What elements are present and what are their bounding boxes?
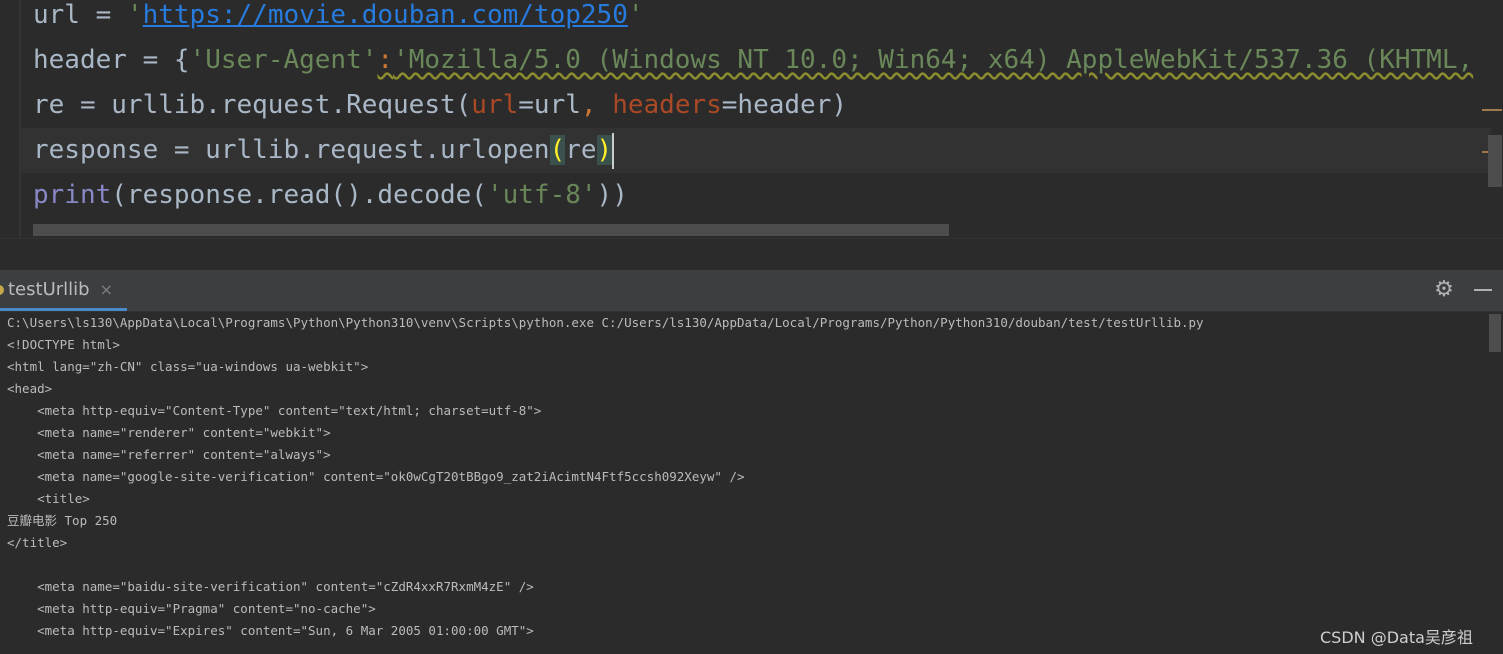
close-icon[interactable]: ×: [100, 280, 113, 299]
console-line: <meta http-equiv="Expires" content="Sun,…: [7, 623, 534, 638]
code-line-4-current[interactable]: response = urllib.request.urlopen(re): [21, 128, 1491, 173]
token-expr: (response.read().decode(: [111, 180, 487, 210]
watermark-text: CSDN @Data吴彦祖: [1320, 628, 1473, 647]
token-expr: response = urllib.request.urlopen: [33, 135, 550, 165]
token-param: url: [471, 90, 519, 120]
token-colon: :: [377, 45, 394, 75]
code-line-3[interactable]: re = urllib.request.Request(url=url, hea…: [33, 83, 1503, 128]
run-tool-window-header: testUrllib × ⚙: [0, 270, 1503, 312]
console-line: <meta name="renderer" content="webkit">: [7, 425, 331, 440]
url-link[interactable]: https://movie.douban.com/top250: [143, 0, 628, 30]
token-builtin: print: [33, 180, 112, 210]
console-line: </title>: [7, 535, 68, 550]
python-run-icon: [0, 285, 4, 295]
code-line-5[interactable]: print(response.read().decode('utf-8')): [33, 173, 1503, 218]
run-console-output[interactable]: C:\Users\ls130\AppData\Local\Programs\Py…: [0, 312, 1503, 654]
console-line: <meta name="referrer" content="always">: [7, 447, 331, 462]
console-line: <html lang="zh-CN" class="ua-windows ua-…: [7, 359, 369, 374]
console-line: <meta name="google-site-verification" co…: [7, 469, 745, 484]
console-line: C:\Users\ls130\AppData\Local\Programs\Py…: [7, 315, 1204, 330]
code-line-1[interactable]: url = 'https://movie.douban.com/top250': [33, 0, 1503, 38]
token-expr: =url: [518, 90, 581, 120]
token-var: url: [33, 0, 80, 30]
token-op: =: [79, 0, 127, 30]
run-tab[interactable]: testUrllib ×: [0, 270, 127, 311]
error-stripe-mark[interactable]: [1482, 109, 1502, 111]
token-op: = {: [126, 45, 190, 75]
run-tab-label: testUrllib: [8, 278, 90, 300]
token-expr: re = urllib.request.Request(: [33, 90, 472, 120]
minimize-icon[interactable]: [1472, 278, 1496, 302]
console-line: <meta http-equiv="Content-Type" content=…: [7, 403, 542, 418]
console-line: <meta name="baidu-site-verification" con…: [7, 579, 534, 594]
console-line: 豆瓣电影 Top 250: [7, 513, 118, 528]
token-quote: ': [126, 0, 143, 30]
code-editor[interactable]: url = 'https://movie.douban.com/top250' …: [0, 0, 1503, 238]
editor-vertical-scrollbar[interactable]: [1488, 135, 1502, 187]
console-line: <meta http-equiv="Pragma" content="no-ca…: [7, 601, 376, 616]
token-comma: ,: [580, 90, 613, 120]
console-vertical-scrollbar[interactable]: [1489, 314, 1501, 352]
token-param: headers: [612, 90, 722, 120]
gutter-edge: [19, 0, 21, 238]
editor-bottom-gap: [0, 238, 1503, 271]
code-line-2[interactable]: header = {'User-Agent':'Mozilla/5.0 (Win…: [33, 38, 1503, 83]
token-quote: ': [627, 0, 644, 30]
token-string: 'Mozilla/5.0 (Windows NT 10.0; Win64; x6…: [393, 45, 1474, 75]
brace-highlight: ): [596, 135, 613, 165]
text-caret: [612, 132, 615, 169]
token-expr: )): [596, 180, 628, 210]
console-line: <title>: [7, 491, 90, 506]
console-line: <!DOCTYPE html>: [7, 337, 120, 352]
token-string: 'User-Agent': [189, 45, 378, 75]
token-arg: re: [565, 135, 597, 165]
console-line: <head>: [7, 381, 53, 396]
gear-icon[interactable]: ⚙: [1432, 278, 1456, 302]
editor-horizontal-scrollbar[interactable]: [33, 224, 949, 236]
token-expr: =header): [721, 90, 848, 120]
brace-highlight: (: [549, 135, 566, 165]
token-var: header: [33, 45, 127, 75]
token-string: 'utf-8': [486, 180, 597, 210]
